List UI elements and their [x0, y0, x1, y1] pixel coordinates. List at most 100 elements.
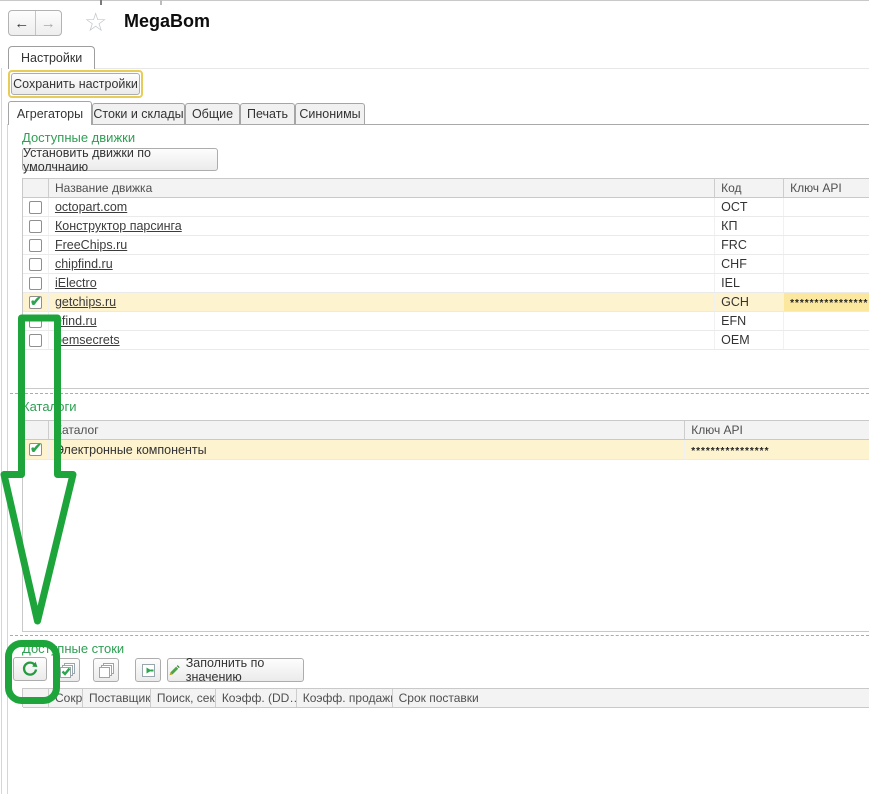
- set-default-engines-button[interactable]: Установить движки по умолчнаию: [22, 148, 218, 171]
- divider: [7, 124, 8, 794]
- engine-apikey[interactable]: [784, 255, 869, 273]
- import-button[interactable]: [135, 658, 161, 682]
- engine-name-column-header[interactable]: Название движка: [49, 179, 715, 197]
- abbr-column-header[interactable]: Сокр.: [49, 689, 83, 707]
- fill-by-value-button[interactable]: Заполнить по значению: [167, 658, 304, 682]
- engine-code: IEL: [715, 274, 784, 292]
- coeff-sales-column-header[interactable]: Коэфф. продажи: [297, 689, 393, 707]
- catalogs-table-header: Каталог Ключ API: [23, 421, 869, 440]
- top-divider: [0, 0, 869, 1]
- engines-section-title: Доступные движки: [22, 130, 135, 145]
- divider: [1, 68, 2, 794]
- forward-arrow-icon: →: [41, 15, 56, 32]
- engine-link[interactable]: iElectro: [55, 276, 97, 290]
- refresh-button[interactable]: [13, 657, 47, 681]
- engine-link[interactable]: Конструктор парсинга: [55, 219, 182, 233]
- engine-apikey[interactable]: ****************: [784, 293, 869, 311]
- table-row[interactable]: ✔ Конструктор парсинга КП: [23, 217, 869, 236]
- pencil-icon: [168, 663, 181, 678]
- engine-code: OEM: [715, 331, 784, 349]
- engine-apikey[interactable]: [784, 236, 869, 254]
- engine-apikey[interactable]: [784, 331, 869, 349]
- save-settings-button[interactable]: Сохранить настройки: [11, 73, 140, 95]
- engine-code-column-header[interactable]: Код: [715, 179, 784, 197]
- catalog-checkbox[interactable]: ✔: [29, 443, 42, 456]
- engine-link[interactable]: oemsecrets: [55, 333, 120, 347]
- tab-sinonimy[interactable]: Синонимы: [295, 103, 365, 124]
- check-pages-icon: [59, 662, 76, 679]
- tab-pechat[interactable]: Печать: [240, 103, 295, 124]
- table-row[interactable]: ✔ oemsecrets OEM: [23, 331, 869, 350]
- section-splitter[interactable]: [10, 393, 869, 394]
- engine-apikey[interactable]: [784, 274, 869, 292]
- table-row[interactable]: ✔ iElectro IEL: [23, 274, 869, 293]
- catalogs-section-title: Каталоги: [22, 399, 77, 414]
- engine-apikey[interactable]: [784, 217, 869, 235]
- stocks-table: Сокр. Поставщик Поиск, сек Коэфф. (DD… К…: [22, 688, 869, 707]
- supplier-column-header[interactable]: Поставщик: [83, 689, 151, 707]
- check-icon: ✔: [30, 293, 42, 310]
- engine-apikey[interactable]: [784, 312, 869, 330]
- tab-obshchie[interactable]: Общие: [185, 103, 240, 124]
- engine-code: GCH: [715, 293, 784, 311]
- engine-link[interactable]: octopart.com: [55, 200, 127, 214]
- tab-stoki-i-sklady[interactable]: Стоки и склады: [92, 103, 185, 124]
- engine-checkbox[interactable]: ✔: [29, 239, 42, 252]
- table-row[interactable]: ✔ chipfind.ru CHF: [23, 255, 869, 274]
- catalog-name[interactable]: Электронные компоненты: [49, 440, 685, 459]
- check-icon: ✔: [30, 440, 42, 457]
- section-splitter[interactable]: [10, 635, 869, 636]
- engine-apikey[interactable]: [784, 198, 869, 216]
- search-sec-column-header[interactable]: Поиск, сек: [151, 689, 216, 707]
- engine-link[interactable]: chipfind.ru: [55, 257, 113, 271]
- copy-pages-icon: [98, 662, 115, 679]
- engine-link[interactable]: getchips.ru: [55, 295, 116, 309]
- back-button[interactable]: ←: [9, 11, 36, 35]
- stocks-section-title: Доступные стоки: [22, 641, 124, 656]
- coeff-dd-column-header[interactable]: Коэфф. (DD…: [216, 689, 297, 707]
- catalog-apikey-column-header[interactable]: Ключ API: [685, 421, 869, 439]
- catalog-apikey[interactable]: ****************: [685, 440, 869, 459]
- divider: [75, 68, 869, 69]
- engine-code: OCT: [715, 198, 784, 216]
- table-row[interactable]: ✔ octopart.com OCT: [23, 198, 869, 217]
- page-title: MegaBom: [124, 11, 210, 32]
- engine-code: CHF: [715, 255, 784, 273]
- engine-checkbox[interactable]: ✔: [29, 220, 42, 233]
- engine-code: EFN: [715, 312, 784, 330]
- engine-checkbox[interactable]: ✔: [29, 201, 42, 214]
- checkbox-column-header: [23, 421, 49, 439]
- table-row-selected[interactable]: ✔ getchips.ru GCH ****************: [23, 293, 869, 312]
- delivery-time-column-header[interactable]: Срок поставки: [393, 689, 869, 707]
- refresh-icon: [21, 660, 39, 678]
- favorite-star-icon[interactable]: ☆: [84, 7, 107, 38]
- engine-apikey-column-header[interactable]: Ключ API: [784, 179, 869, 197]
- engine-checkbox[interactable]: ✔: [29, 315, 42, 328]
- engine-checkbox[interactable]: ✔: [29, 258, 42, 271]
- engine-code: FRC: [715, 236, 784, 254]
- copy-button[interactable]: [93, 658, 119, 682]
- engine-code: КП: [715, 217, 784, 235]
- forward-button[interactable]: →: [36, 11, 62, 35]
- tab-nastroyki[interactable]: Настройки: [8, 46, 95, 69]
- engine-checkbox[interactable]: ✔: [29, 296, 42, 309]
- fill-by-value-label: Заполнить по значению: [186, 656, 303, 684]
- check-all-button[interactable]: [54, 658, 80, 682]
- catalog-name-column-header[interactable]: Каталог: [49, 421, 685, 439]
- checkbox-column-header: [23, 689, 49, 707]
- engine-checkbox[interactable]: ✔: [29, 277, 42, 290]
- history-nav-group: ← →: [8, 10, 62, 36]
- engines-table-header: Название движка Код Ключ API: [23, 179, 869, 198]
- engine-link[interactable]: efind.ru: [55, 314, 97, 328]
- arrow-into-box-icon: [140, 662, 157, 679]
- table-row[interactable]: ✔ efind.ru EFN: [23, 312, 869, 331]
- table-row[interactable]: ✔ FreeChips.ru FRC: [23, 236, 869, 255]
- tabstrip-divider: [7, 124, 869, 125]
- checkbox-column-header: [23, 179, 49, 197]
- table-row-selected[interactable]: ✔ Электронные компоненты ***************…: [23, 440, 869, 460]
- engine-link[interactable]: FreeChips.ru: [55, 238, 127, 252]
- catalogs-table: Каталог Ключ API ✔ Электронные компонент…: [22, 420, 869, 632]
- tab-agregatory[interactable]: Агрегаторы: [8, 101, 92, 125]
- engine-checkbox[interactable]: ✔: [29, 334, 42, 347]
- top-divider-tick: [100, 0, 102, 5]
